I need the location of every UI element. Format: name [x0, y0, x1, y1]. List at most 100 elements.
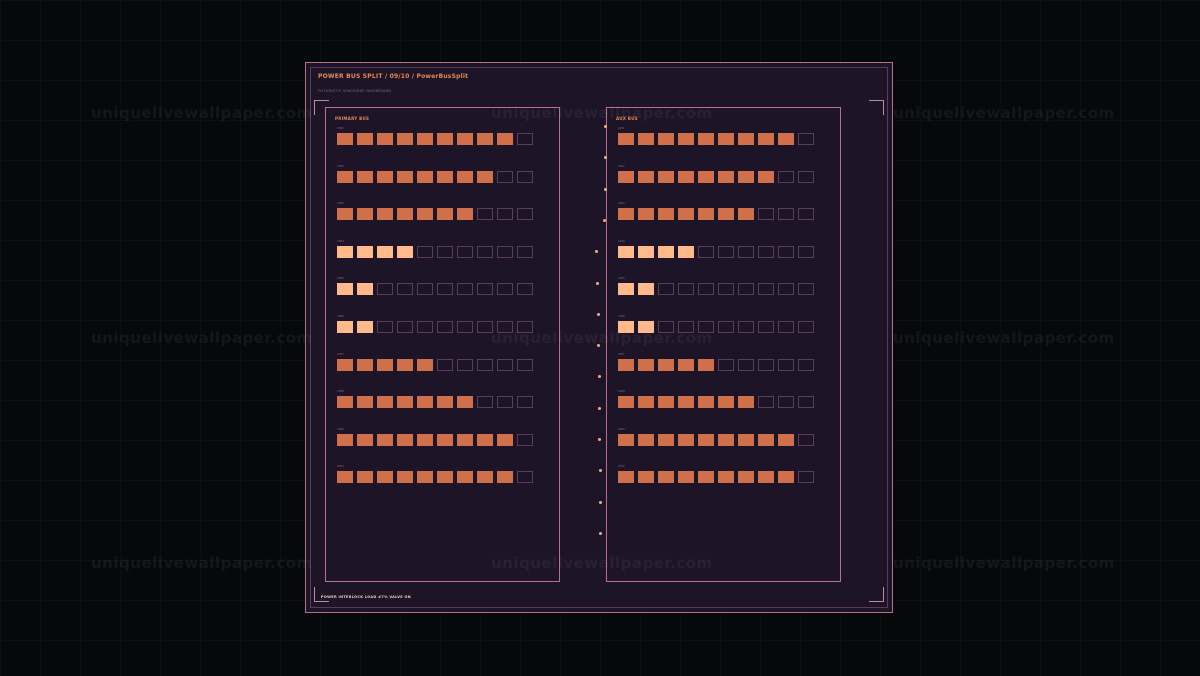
segment-cell-empty	[778, 358, 794, 371]
segment-cell-empty	[477, 396, 493, 409]
segment-meter	[618, 283, 814, 296]
segment-meter	[337, 133, 533, 145]
segment-cell-lit	[618, 433, 634, 446]
segment-cell-empty	[517, 283, 533, 296]
dashboard-panel: POWER BUS SPLIT / 09/10 / PowerBusSplit …	[305, 62, 893, 613]
segment-cell-lit	[357, 283, 373, 296]
segment-cell-empty	[738, 283, 754, 296]
segment-cell-lit	[698, 433, 714, 446]
segment-cell-lit	[457, 208, 473, 221]
segment-cell-lit	[357, 170, 373, 183]
segment-cell-empty	[718, 321, 734, 333]
segment-cell-lit	[337, 245, 353, 258]
segment-meter	[618, 170, 814, 183]
corner-bracket-bottom-right	[869, 587, 884, 602]
segment-cell-lit	[778, 133, 794, 145]
row-label: CH08	[337, 390, 344, 394]
row-label: AX07	[618, 352, 625, 356]
segment-cell-empty	[698, 283, 714, 296]
row-label: CH07	[337, 352, 344, 356]
segment-cell-empty	[678, 321, 694, 333]
segment-cell-lit	[437, 133, 453, 145]
segment-meter	[337, 170, 533, 183]
segment-cell-lit	[357, 433, 373, 446]
segment-cell-lit	[698, 170, 714, 183]
segment-cell-lit	[678, 245, 694, 258]
segment-cell-lit	[698, 396, 714, 409]
segment-cell-lit	[437, 471, 453, 484]
dashboard-title: POWER BUS SPLIT / 09/10 / PowerBusSplit	[318, 73, 469, 80]
bus-row: CH06	[337, 315, 533, 333]
aux-bus-panel: AUX BUS AX01 AX02 AX03 AX04 AX05 AX06 AX07 AX08…	[606, 107, 841, 582]
segment-cell-lit	[618, 283, 634, 296]
segment-cell-lit	[678, 433, 694, 446]
segment-cell-lit	[357, 245, 373, 258]
segment-cell-lit	[337, 283, 353, 296]
watermark-text: uniquelivewallpaper.com	[893, 554, 1115, 572]
segment-cell-lit	[397, 433, 413, 446]
segment-meter	[337, 245, 533, 258]
segment-cell-lit	[758, 471, 774, 484]
segment-cell-lit	[638, 321, 654, 333]
segment-cell-empty	[497, 396, 513, 409]
row-label: CH09	[337, 427, 344, 431]
segment-cell-lit	[618, 396, 634, 409]
segment-cell-lit	[638, 208, 654, 221]
segment-cell-empty	[738, 358, 754, 371]
bus-row: AX02	[618, 165, 814, 183]
segment-meter	[618, 471, 814, 484]
segment-cell-empty	[437, 358, 453, 371]
segment-cell-empty	[738, 321, 754, 333]
segment-cell-lit	[337, 396, 353, 409]
segment-cell-empty	[798, 433, 814, 446]
segment-cell-empty	[658, 283, 674, 296]
segment-cell-empty	[437, 283, 453, 296]
segment-cell-empty	[397, 321, 413, 333]
segment-cell-lit	[758, 170, 774, 183]
segment-cell-empty	[758, 245, 774, 258]
segment-cell-lit	[337, 321, 353, 333]
segment-cell-lit	[718, 133, 734, 145]
segment-cell-lit	[678, 133, 694, 145]
segment-meter	[618, 321, 814, 333]
segment-cell-lit	[738, 433, 754, 446]
connector-dot	[599, 500, 602, 504]
dashboard-subtitle: FUTURISTIC SPACESHIP DASHBOARD	[318, 89, 392, 93]
segment-cell-empty	[718, 358, 734, 371]
segment-cell-lit	[477, 133, 493, 145]
segment-meter	[337, 321, 533, 333]
segment-meter	[618, 396, 814, 409]
segment-cell-lit	[658, 358, 674, 371]
watermark-text: uniquelivewallpaper.com	[91, 329, 313, 347]
segment-cell-lit	[678, 208, 694, 221]
segment-cell-lit	[738, 396, 754, 409]
segment-cell-lit	[638, 433, 654, 446]
segment-cell-empty	[798, 396, 814, 409]
segment-cell-lit	[618, 133, 634, 145]
segment-cell-empty	[457, 283, 473, 296]
segment-cell-lit	[658, 396, 674, 409]
segment-cell-empty	[497, 358, 513, 371]
segment-meter	[618, 433, 814, 446]
segment-cell-empty	[477, 283, 493, 296]
segment-cell-lit	[477, 433, 493, 446]
segment-cell-lit	[718, 170, 734, 183]
segment-cell-lit	[337, 170, 353, 183]
segment-cell-empty	[497, 321, 513, 333]
segment-cell-empty	[417, 321, 433, 333]
segment-cell-lit	[337, 358, 353, 371]
connector-dot	[598, 438, 601, 441]
segment-cell-empty	[758, 208, 774, 221]
segment-cell-lit	[377, 208, 393, 221]
segment-cell-lit	[618, 208, 634, 221]
segment-cell-lit	[638, 283, 654, 296]
row-label: AX06	[618, 315, 625, 318]
bus-row: CH08	[337, 390, 533, 409]
row-label: AX02	[618, 164, 625, 168]
segment-cell-empty	[678, 283, 694, 296]
segment-cell-empty	[437, 245, 453, 258]
segment-cell-empty	[798, 208, 814, 221]
segment-cell-lit	[658, 433, 674, 446]
segment-cell-lit	[618, 245, 634, 258]
bus-row: AX06	[618, 315, 814, 333]
